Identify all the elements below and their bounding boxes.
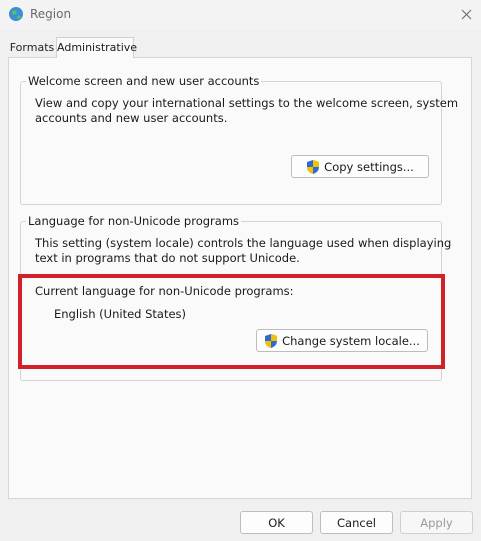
welcome-description-line1: View and copy your international setting… <box>35 96 459 110</box>
title-bar: Region <box>0 0 481 30</box>
current-language-value: English (United States) <box>54 307 187 321</box>
window-title: Region <box>30 7 72 21</box>
copy-settings-label: Copy settings... <box>324 159 414 174</box>
close-icon <box>461 9 471 19</box>
cancel-button[interactable]: Cancel <box>320 511 393 534</box>
change-system-locale-button[interactable]: Change system locale... <box>256 329 428 352</box>
current-language-label: Current language for non-Unicode program… <box>35 284 294 298</box>
non-unicode-description-line2: text in programs that do not support Uni… <box>35 251 300 265</box>
globe-icon <box>9 7 23 21</box>
uac-shield-icon <box>307 159 320 174</box>
change-system-locale-label: Change system locale... <box>282 333 420 348</box>
close-button[interactable] <box>451 0 481 28</box>
uac-shield-icon <box>265 333 278 348</box>
non-unicode-description-line1: This setting (system locale) controls th… <box>35 236 452 250</box>
tab-administrative[interactable]: Administrative <box>56 37 137 58</box>
welcome-description-line2: accounts and new user accounts. <box>35 111 228 125</box>
non-unicode-group-title: Language for non-Unicode programs <box>26 214 242 228</box>
apply-button[interactable]: Apply <box>400 511 473 534</box>
ok-button[interactable]: OK <box>240 511 313 534</box>
tab-formats[interactable]: Formats <box>8 39 56 57</box>
welcome-group-title: Welcome screen and new user accounts <box>26 74 262 88</box>
copy-settings-button[interactable]: Copy settings... <box>291 155 429 178</box>
